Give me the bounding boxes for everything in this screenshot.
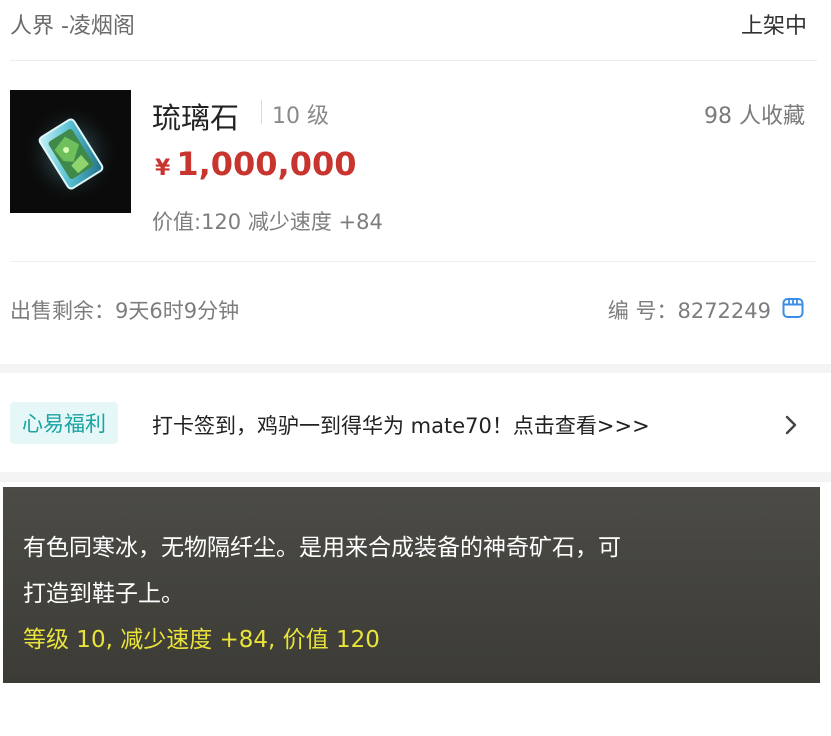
item-level: 10 级 [272, 104, 329, 129]
item-price: ¥1,000,000 [155, 145, 356, 183]
price-value: 1,000,000 [176, 145, 357, 183]
favorites-count: 98 人收藏 [704, 104, 805, 129]
time-remaining: 出售剩余：9天6时9分钟 [10, 299, 240, 323]
description-line: 有色同寒冰，无物隔纤尘。是用来合成装备的神奇矿石，可 [23, 535, 621, 561]
section-separator [0, 472, 831, 482]
divider [261, 100, 262, 124]
item-thumbnail[interactable] [10, 90, 131, 213]
item-name: 琉璃石 [152, 101, 240, 135]
promo-badge: 心易福利 [10, 402, 118, 444]
serial-number: 编 号：8272249 [607, 299, 771, 323]
description-line: 打造到鞋子上。 [23, 581, 184, 607]
section-separator [0, 364, 831, 373]
divider [10, 261, 817, 262]
server-label: 人界 -凌烟阁 [10, 14, 135, 39]
copy-icon[interactable] [781, 296, 805, 320]
divider [10, 60, 817, 61]
description-stats: 等级 10, 减少速度 +84, 价值 120 [23, 627, 380, 653]
green-crystal-gem-icon [26, 107, 115, 200]
currency-symbol: ¥ [155, 156, 171, 181]
promo-link[interactable]: 打卡签到，鸡驴一到得华为 mate70！点击查看>>> [152, 410, 650, 440]
listing-status: 上架中 [740, 14, 807, 39]
item-description-panel: 有色同寒冰，无物隔纤尘。是用来合成装备的神奇矿石，可 打造到鞋子上。 等级 10… [3, 487, 820, 683]
item-attributes: 价值:120 减少速度 +84 [152, 210, 383, 234]
chevron-right-icon[interactable] [782, 413, 800, 437]
